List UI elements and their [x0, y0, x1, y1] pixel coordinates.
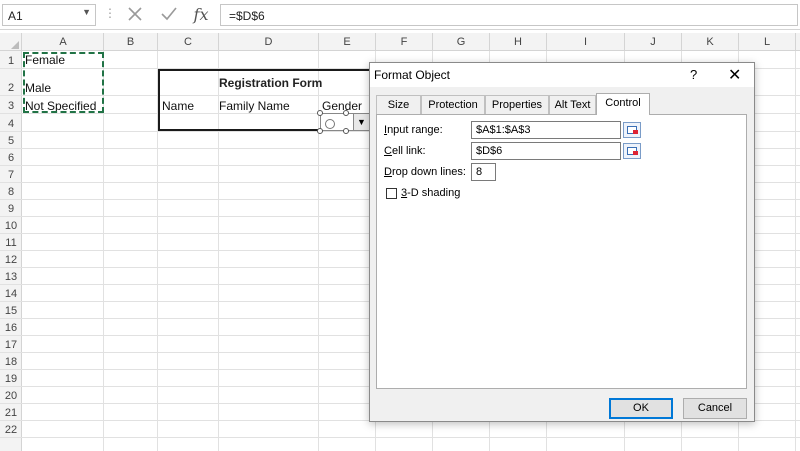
copy-marquee — [23, 52, 104, 113]
row-headers: 1 2 3 4 5 6 7 8 9 10 11 12 13 14 15 16 1… — [0, 51, 22, 451]
formula-input[interactable]: =$D$6 — [220, 4, 798, 26]
cell-c3-name[interactable]: Name — [162, 99, 194, 113]
name-box[interactable]: A1 ▼ — [2, 4, 96, 26]
row-header-12[interactable]: 12 — [0, 251, 22, 268]
row-header-8[interactable]: 8 — [0, 183, 22, 200]
select-all-triangle-icon — [11, 41, 19, 49]
column-header-c[interactable]: C — [158, 33, 219, 51]
tab-alt-text[interactable]: Alt Text — [549, 95, 596, 114]
chevron-down-icon[interactable]: ▼ — [82, 7, 91, 17]
fx-label: fx — [193, 4, 209, 24]
row-header-19[interactable]: 19 — [0, 370, 22, 387]
row-header-14[interactable]: 14 — [0, 285, 22, 302]
tab-protection[interactable]: Protection — [421, 95, 485, 114]
column-header-l[interactable]: L — [739, 33, 796, 51]
resize-handle[interactable] — [317, 128, 323, 134]
dialog-title: Format Object — [374, 68, 451, 82]
cancel-button[interactable]: Cancel — [683, 398, 747, 419]
cell-e3-gender[interactable]: Gender — [322, 99, 362, 113]
column-header-d[interactable]: D — [219, 33, 319, 51]
gridline — [22, 437, 800, 438]
row-header-3[interactable]: 3 — [0, 96, 22, 114]
drop-down-lines-label: Drop down lines: — [384, 166, 466, 178]
cancel-formula-icon[interactable] — [124, 3, 146, 25]
input-range-label: Input range: — [384, 124, 443, 136]
rotation-handle[interactable] — [325, 119, 335, 129]
row-header-16[interactable]: 16 — [0, 319, 22, 336]
format-object-dialog: Format Object ? ✕ Size Protection Proper… — [369, 62, 755, 422]
dropdown-arrow-icon[interactable]: ▼ — [353, 114, 369, 130]
column-header-a[interactable]: A — [23, 33, 104, 51]
formula-bar: A1 ▼ ⋮ fx =$D$6 — [0, 0, 800, 30]
dialog-title-bar[interactable]: Format Object ? ✕ — [370, 63, 754, 87]
vertical-dots-icon: ⋮ — [104, 6, 116, 20]
tab-properties[interactable]: Properties — [485, 95, 549, 114]
drop-down-lines-field[interactable]: 8 — [471, 163, 496, 181]
row-header-15[interactable]: 15 — [0, 302, 22, 319]
resize-handle[interactable] — [343, 110, 349, 116]
column-header-e[interactable]: E — [319, 33, 376, 51]
row-header-9[interactable]: 9 — [0, 200, 22, 217]
help-icon[interactable]: ? — [690, 67, 697, 82]
row-header-6[interactable]: 6 — [0, 149, 22, 166]
3d-shading-checkbox[interactable] — [386, 188, 397, 199]
column-headers: A B C D E F G H I J K L — [0, 33, 800, 51]
formula-value: =$D$6 — [229, 9, 265, 23]
resize-handle[interactable] — [343, 128, 349, 134]
column-header-g[interactable]: G — [433, 33, 490, 51]
tab-control[interactable]: Control — [596, 93, 650, 115]
input-range-field[interactable]: $A$1:$A$3 — [471, 121, 621, 139]
row-header-1[interactable]: 1 — [0, 51, 22, 69]
select-all-button[interactable] — [0, 33, 22, 51]
collapse-dialog-icon[interactable] — [623, 122, 641, 138]
row-header-22[interactable]: 22 — [0, 421, 22, 438]
ok-button[interactable]: OK — [609, 398, 673, 419]
resize-handle[interactable] — [317, 110, 323, 116]
row-header-5[interactable]: 5 — [0, 132, 22, 149]
row-header-11[interactable]: 11 — [0, 234, 22, 251]
row-header-2[interactable]: 2 — [0, 69, 22, 96]
column-header-k[interactable]: K — [682, 33, 739, 51]
column-header-h[interactable]: H — [490, 33, 547, 51]
tab-size[interactable]: Size — [376, 95, 421, 114]
row-header-17[interactable]: 17 — [0, 336, 22, 353]
cell-link-field[interactable]: $D$6 — [471, 142, 621, 160]
enter-formula-icon[interactable] — [158, 3, 180, 25]
collapse-dialog-icon[interactable] — [623, 143, 641, 159]
row-header-10[interactable]: 10 — [0, 217, 22, 234]
row-header-4[interactable]: 4 — [0, 114, 22, 132]
row-header-7[interactable]: 7 — [0, 166, 22, 183]
cell-link-label: Cell link: — [384, 145, 426, 157]
column-header-i[interactable]: I — [547, 33, 625, 51]
control-tab-panel: Input range: $A$1:$A$3 Cell link: $D$6 D… — [376, 114, 747, 389]
cell-d3-family-name[interactable]: Family Name — [219, 99, 290, 113]
row-header-13[interactable]: 13 — [0, 268, 22, 285]
row-header-20[interactable]: 20 — [0, 387, 22, 404]
gridline — [795, 51, 796, 451]
insert-function-icon[interactable]: fx — [190, 3, 212, 25]
row-header-18[interactable]: 18 — [0, 353, 22, 370]
close-icon[interactable]: ✕ — [728, 65, 741, 85]
column-header-f[interactable]: F — [376, 33, 433, 51]
column-header-j[interactable]: J — [625, 33, 682, 51]
3d-shading-label: 3-D shading — [401, 187, 461, 199]
row-header-21[interactable]: 21 — [0, 404, 22, 421]
registration-form-title[interactable]: Registration Form — [219, 76, 322, 90]
column-header-b[interactable]: B — [104, 33, 158, 51]
name-box-value: A1 — [8, 9, 23, 23]
